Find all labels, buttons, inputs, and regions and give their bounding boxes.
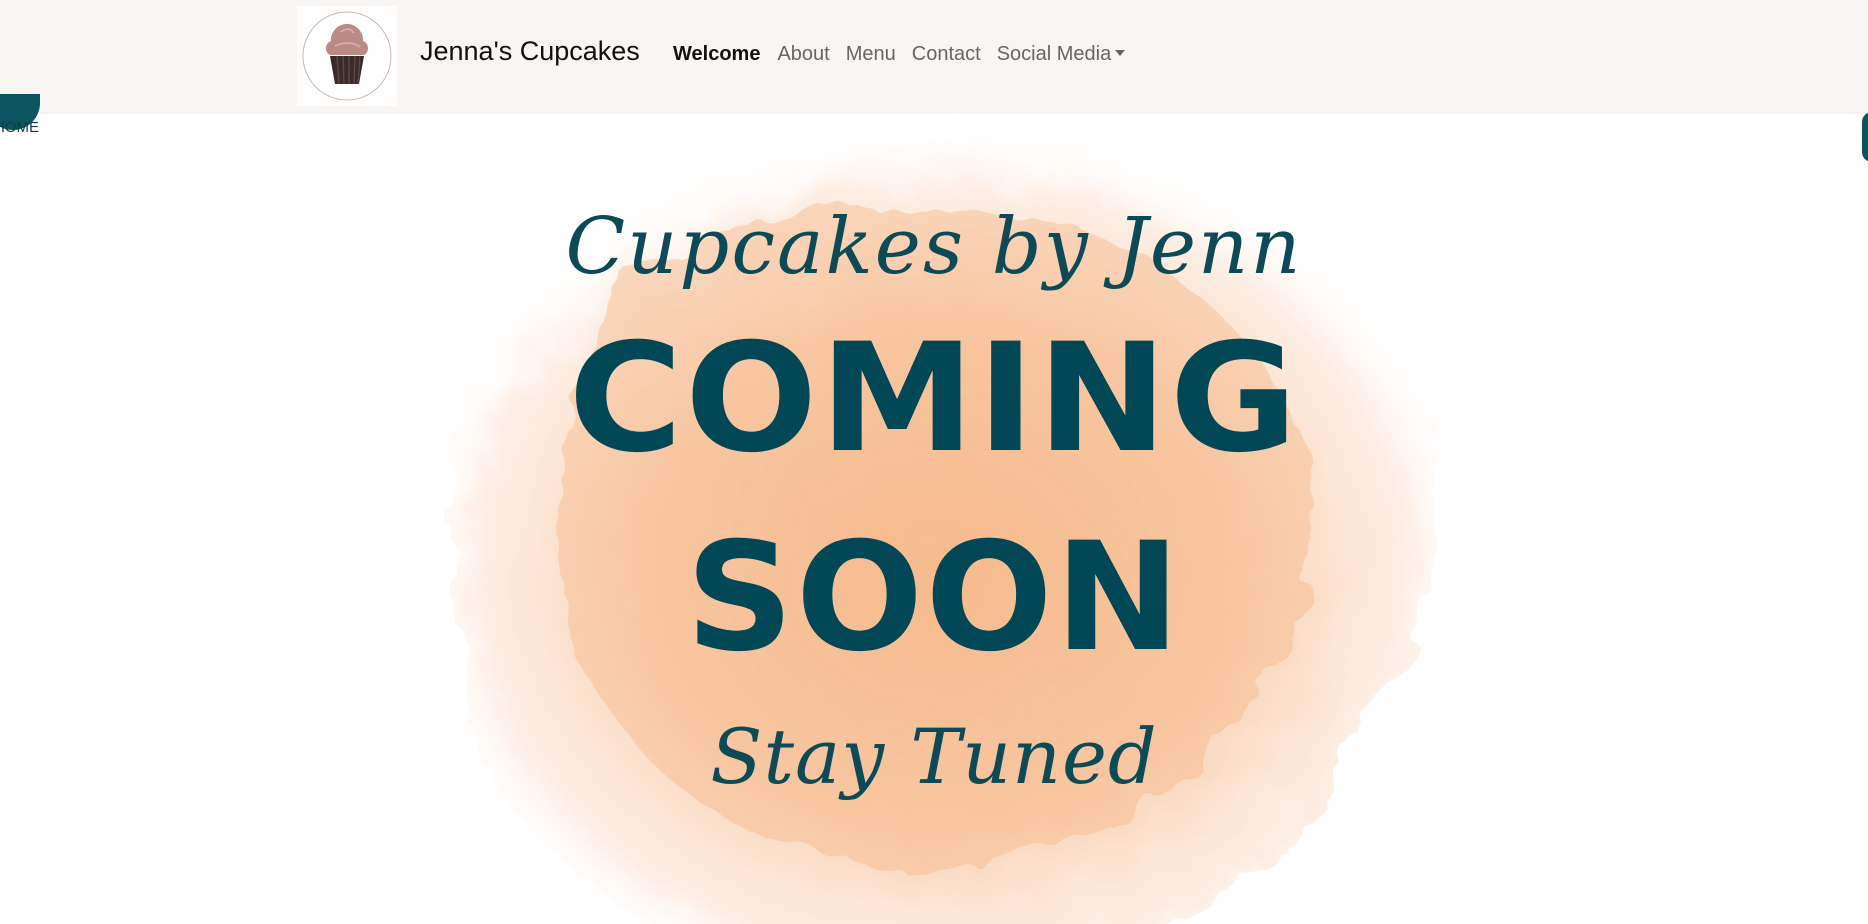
cupcake-logo-icon xyxy=(302,11,392,101)
nav-link-welcome[interactable]: Welcome xyxy=(673,43,760,66)
nav-link-menu[interactable]: Menu xyxy=(846,43,896,66)
navbar: Jenna's Cupcakes Welcome About Menu Cont… xyxy=(0,0,1868,114)
tagline: Stay Tuned xyxy=(710,712,1158,801)
soon-heading: SOON xyxy=(685,511,1183,685)
nav-dropdown-label: Social Media xyxy=(996,43,1112,65)
nav-link-contact[interactable]: Contact xyxy=(912,43,981,66)
nav-link-about[interactable]: About xyxy=(777,43,829,66)
coming-heading: COMING xyxy=(568,312,1300,486)
brand-logo[interactable] xyxy=(297,6,397,106)
coming-soon-hero: Cupcakes by Jenn COMING SOON Stay Tuned xyxy=(0,114,1868,924)
caret-down-icon xyxy=(1115,50,1126,56)
nav-dropdown-social-media[interactable]: Social Media xyxy=(997,43,1126,66)
script-title: Cupcakes by Jenn xyxy=(565,202,1303,292)
nav-links: Welcome About Menu Contact Social Media xyxy=(673,43,1141,66)
right-edge-tab[interactable] xyxy=(1862,112,1868,162)
brand-name[interactable]: Jenna's Cupcakes xyxy=(420,36,640,67)
home-label[interactable]: HOME xyxy=(0,119,39,136)
